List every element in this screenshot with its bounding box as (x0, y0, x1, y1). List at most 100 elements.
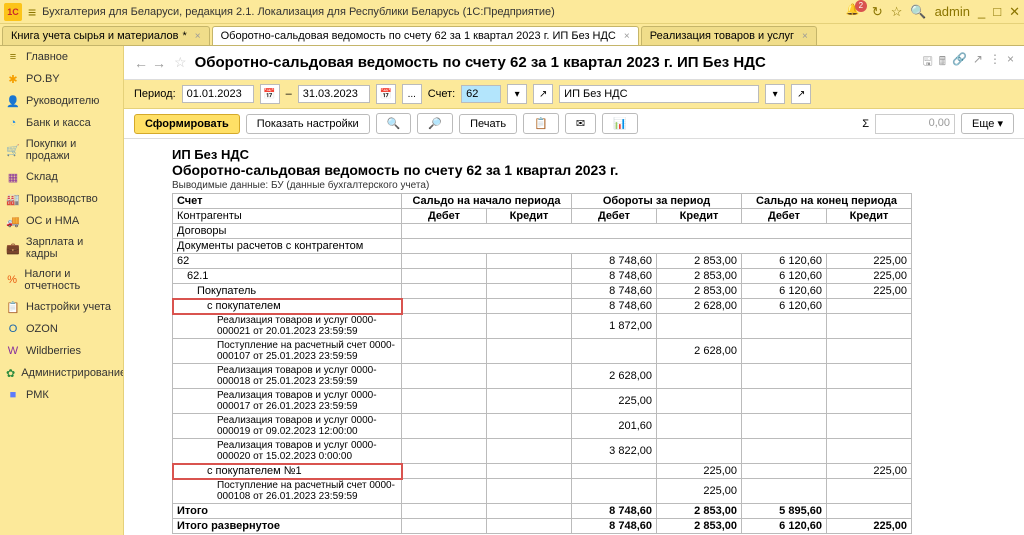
subcol: Дебет (742, 209, 827, 224)
table-row[interactable]: с покупателем №1225,00225,00 (173, 464, 912, 479)
subcol: Кредит (827, 209, 912, 224)
action-bar: Сформировать Показать настройки 🔍 🔎 Печа… (124, 109, 1024, 139)
table-row[interactable]: Реализация товаров и услуг 0000-000018 о… (173, 364, 912, 389)
subcol: Дебет (572, 209, 657, 224)
sidebar-item-8[interactable]: 💼Зарплата и кадры (0, 232, 123, 264)
account-open-icon[interactable]: ↗ (533, 84, 553, 104)
export-icon[interactable]: ↗ (973, 52, 983, 73)
forward-icon[interactable]: → (152, 55, 166, 71)
nav-icon: 🛒 (6, 143, 20, 157)
close-doc-icon[interactable]: × (1007, 52, 1014, 73)
calendar-from-icon[interactable]: 📅 (260, 84, 280, 104)
table-row[interactable]: Реализация товаров и услуг 0000-000019 о… (173, 414, 912, 439)
minimize-icon[interactable]: _ (978, 4, 985, 19)
sidebar-item-10[interactable]: 📋Настройки учета (0, 296, 123, 318)
close-icon[interactable]: ✕ (1009, 4, 1020, 20)
print-button[interactable]: Печать (459, 114, 517, 134)
table-row[interactable]: Реализация товаров и услуг 0000-000017 о… (173, 389, 912, 414)
find-button[interactable]: 🔍 (376, 113, 412, 134)
tab-1[interactable]: Оборотно-сальдовая ведомость по счету 62… (212, 26, 639, 45)
nav-label: Руководителю (26, 95, 99, 107)
save-icon[interactable]: 🖫 (923, 52, 933, 73)
date-from-input[interactable] (182, 85, 254, 103)
calc-icon[interactable]: 🖩 (939, 52, 946, 73)
window-title: Бухгалтерия для Беларуси, редакция 2.1. … (42, 6, 846, 18)
report-area: ИП Без НДС Оборотно-сальдовая ведомость … (124, 139, 1024, 535)
account-dropdown-icon[interactable]: ▾ (507, 84, 527, 104)
document-tabs: Книга учета сырья и материалов*× Оборотн… (0, 24, 1024, 46)
subcol: Дебет (402, 209, 487, 224)
link-icon[interactable]: 🔗 (952, 52, 967, 73)
find-next-button[interactable]: 🔎 (417, 113, 453, 134)
nav-icon: 👤 (6, 94, 20, 108)
more-button[interactable]: Еще ▾ (961, 113, 1014, 134)
table-row[interactable]: с покупателем8 748,602 628,006 120,60 (173, 299, 912, 314)
sidebar-item-6[interactable]: 🏭Производство (0, 188, 123, 210)
sidebar-item-3[interactable]: ◔Банк и касса (0, 112, 123, 134)
nav-icon: 🚚 (6, 214, 20, 228)
report-title: Оборотно-сальдовая ведомость по счету 62… (172, 162, 1024, 178)
tab-close-icon[interactable]: × (624, 31, 630, 42)
table-row[interactable]: Поступление на расчетный счет 0000-00010… (173, 339, 912, 364)
table-row[interactable]: Поступление на расчетный счет 0000-00010… (173, 479, 912, 504)
star-icon[interactable]: ☆ (891, 4, 903, 20)
table-row[interactable]: Реализация товаров и услуг 0000-000021 о… (173, 314, 912, 339)
maximize-icon[interactable]: □ (993, 4, 1001, 19)
col-group: Сальдо на конец периода (742, 194, 912, 209)
export-excel-button[interactable]: 📊 (602, 113, 638, 134)
sidebar-item-2[interactable]: 👤 Руководителю (0, 90, 123, 112)
sidebar-item-13[interactable]: ✿ Администрирование (0, 362, 123, 384)
sidebar-item-1[interactable]: ✱PO.BY (0, 68, 123, 90)
sidebar-item-0[interactable]: ≡ Главное (0, 46, 123, 68)
tab-0[interactable]: Книга учета сырья и материалов*× (2, 26, 210, 45)
sidebar-item-14[interactable]: ■РМК (0, 384, 123, 406)
history-icon[interactable]: ↻ (872, 4, 883, 20)
nav-icon: ▦ (6, 170, 20, 184)
calendar-to-icon[interactable]: 📅 (376, 84, 396, 104)
date-to-input[interactable] (298, 85, 370, 103)
tab-close-icon[interactable]: × (195, 31, 201, 42)
notifications-icon[interactable]: 🔔2 (846, 3, 864, 21)
sum-value: 0,00 (875, 114, 955, 134)
table-row[interactable]: 628 748,602 853,006 120,60225,00 (173, 254, 912, 269)
org-dropdown-icon[interactable]: ▾ (765, 84, 785, 104)
sidebar-item-11[interactable]: OOZON (0, 318, 123, 340)
tab-close-icon[interactable]: × (802, 31, 808, 42)
table-row[interactable]: Покупатель8 748,602 853,006 120,60225,00 (173, 284, 912, 299)
favorite-icon[interactable]: ☆ (174, 54, 187, 71)
period-picker-icon[interactable]: ... (402, 84, 422, 104)
row-docs: Документы расчетов с контрагентом (173, 239, 402, 254)
nav-label: Банк и касса (26, 117, 91, 129)
sidebar-item-5[interactable]: ▦Склад (0, 166, 123, 188)
nav-icon: ≡ (6, 50, 20, 64)
more-icon[interactable]: ⋮ (989, 52, 1001, 73)
nav-label: ОС и НМА (26, 215, 79, 227)
org-open-icon[interactable]: ↗ (791, 84, 811, 104)
account-input[interactable] (461, 85, 501, 103)
nav-icon: % (6, 273, 18, 287)
nav-label: Администрирование (21, 367, 124, 379)
email-button[interactable]: ✉ (565, 113, 596, 134)
sidebar-item-7[interactable]: 🚚 ОС и НМА (0, 210, 123, 232)
org-input[interactable] (559, 85, 759, 103)
user-label[interactable]: admin (935, 4, 970, 19)
nav-label: Главное (26, 51, 68, 63)
tab-2[interactable]: Реализация товаров и услуг× (641, 26, 817, 45)
show-settings-button[interactable]: Показать настройки (246, 114, 370, 134)
search-icon[interactable]: 🔍 (910, 4, 926, 20)
table-row[interactable]: 62.18 748,602 853,006 120,60225,00 (173, 269, 912, 284)
nav-icon: ✿ (6, 366, 15, 380)
col-group: Сальдо на начало периода (402, 194, 572, 209)
sidebar-item-9[interactable]: %Налоги и отчетность (0, 264, 123, 296)
table-row[interactable]: Реализация товаров и услуг 0000-000020 о… (173, 439, 912, 464)
form-button[interactable]: Сформировать (134, 114, 240, 134)
register-button[interactable]: 📋 (523, 113, 559, 134)
burger-icon[interactable]: ≡ (28, 4, 36, 20)
sidebar-item-12[interactable]: WWildberries (0, 340, 123, 362)
back-icon[interactable]: ← (134, 55, 148, 71)
report-org: ИП Без НДС (172, 147, 1024, 162)
sidebar: ≡ Главное ✱PO.BY 👤 Руководителю ◔Банк и касса… (0, 46, 124, 535)
nav-label: РМК (26, 389, 49, 401)
sidebar-item-4[interactable]: 🛒Покупки и продажи (0, 134, 123, 166)
nav-icon: 💼 (6, 241, 20, 255)
